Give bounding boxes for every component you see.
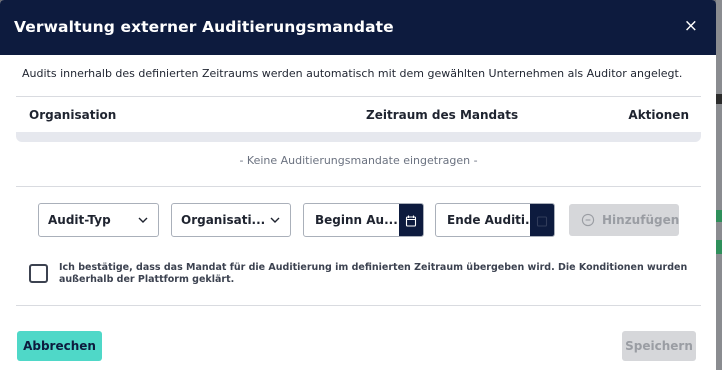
plus-circle-icon	[581, 213, 595, 227]
dialog-header: Verwaltung externer Auditierungsmandate …	[0, 0, 716, 55]
audit-mandate-dialog: Verwaltung externer Auditierungsmandate …	[0, 0, 716, 370]
confirm-checkbox[interactable]	[29, 264, 48, 283]
audit-type-select[interactable]: Audit-Typ	[38, 203, 159, 237]
audit-type-label: Audit-Typ	[48, 213, 111, 227]
end-date-field[interactable]: Ende Auditi...	[435, 203, 555, 237]
table-body-band	[16, 132, 701, 142]
mandate-table-header: Organisation Zeitraum des Mandats Aktion…	[16, 97, 701, 135]
organisation-label: Organisati...	[181, 213, 266, 227]
calendar-icon	[536, 216, 548, 227]
calendar-button[interactable]	[530, 204, 554, 236]
calendar-icon	[405, 215, 417, 227]
close-icon[interactable]: ×	[684, 16, 698, 36]
divider	[16, 305, 701, 306]
organisation-select[interactable]: Organisati...	[171, 203, 291, 237]
background-mark	[716, 94, 722, 104]
empty-state-message: - Keine Auditierungsmandate eingetragen …	[239, 154, 478, 167]
confirm-text: Ich bestätige, dass das Mandat für die A…	[59, 262, 688, 285]
save-button[interactable]: Speichern	[622, 331, 696, 361]
chevron-down-icon	[138, 217, 148, 223]
add-mandate-button[interactable]: Hinzufügen	[569, 204, 679, 236]
chevron-down-icon	[270, 217, 280, 223]
end-date-label: Ende Auditi...	[447, 213, 539, 227]
begin-date-field[interactable]: Beginn Au...	[303, 203, 424, 237]
column-header-period: Zeitraum des Mandats	[366, 108, 519, 122]
begin-date-label: Beginn Au...	[315, 213, 398, 227]
background-page-edge	[716, 0, 722, 370]
add-mandate-label: Hinzufügen	[602, 213, 680, 227]
cancel-button[interactable]: Abbrechen	[17, 331, 102, 361]
background-mark	[716, 240, 722, 254]
calendar-button[interactable]	[399, 204, 423, 236]
dialog-title: Verwaltung externer Auditierungsmandate	[14, 18, 394, 36]
divider	[16, 186, 701, 187]
intro-text: Audits innerhalb des definierten Zeitrau…	[22, 67, 683, 80]
column-header-actions: Aktionen	[628, 108, 689, 122]
background-mark	[716, 210, 722, 222]
column-header-organisation: Organisation	[29, 108, 117, 122]
